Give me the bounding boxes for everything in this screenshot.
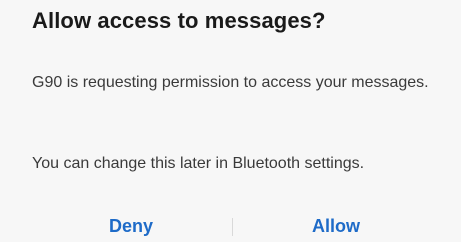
deny-button[interactable]: Deny [109, 216, 153, 237]
button-divider [232, 218, 233, 236]
dialog-message: G90 is requesting permission to access y… [32, 74, 429, 91]
dialog-title: Allow access to messages? [32, 8, 326, 33]
dialog-actions: Deny Allow [0, 212, 461, 242]
dialog-note: You can change this later in Bluetooth s… [32, 155, 365, 172]
allow-button[interactable]: Allow [312, 216, 360, 237]
permission-dialog: Allow access to messages? G90 is request… [0, 0, 461, 242]
